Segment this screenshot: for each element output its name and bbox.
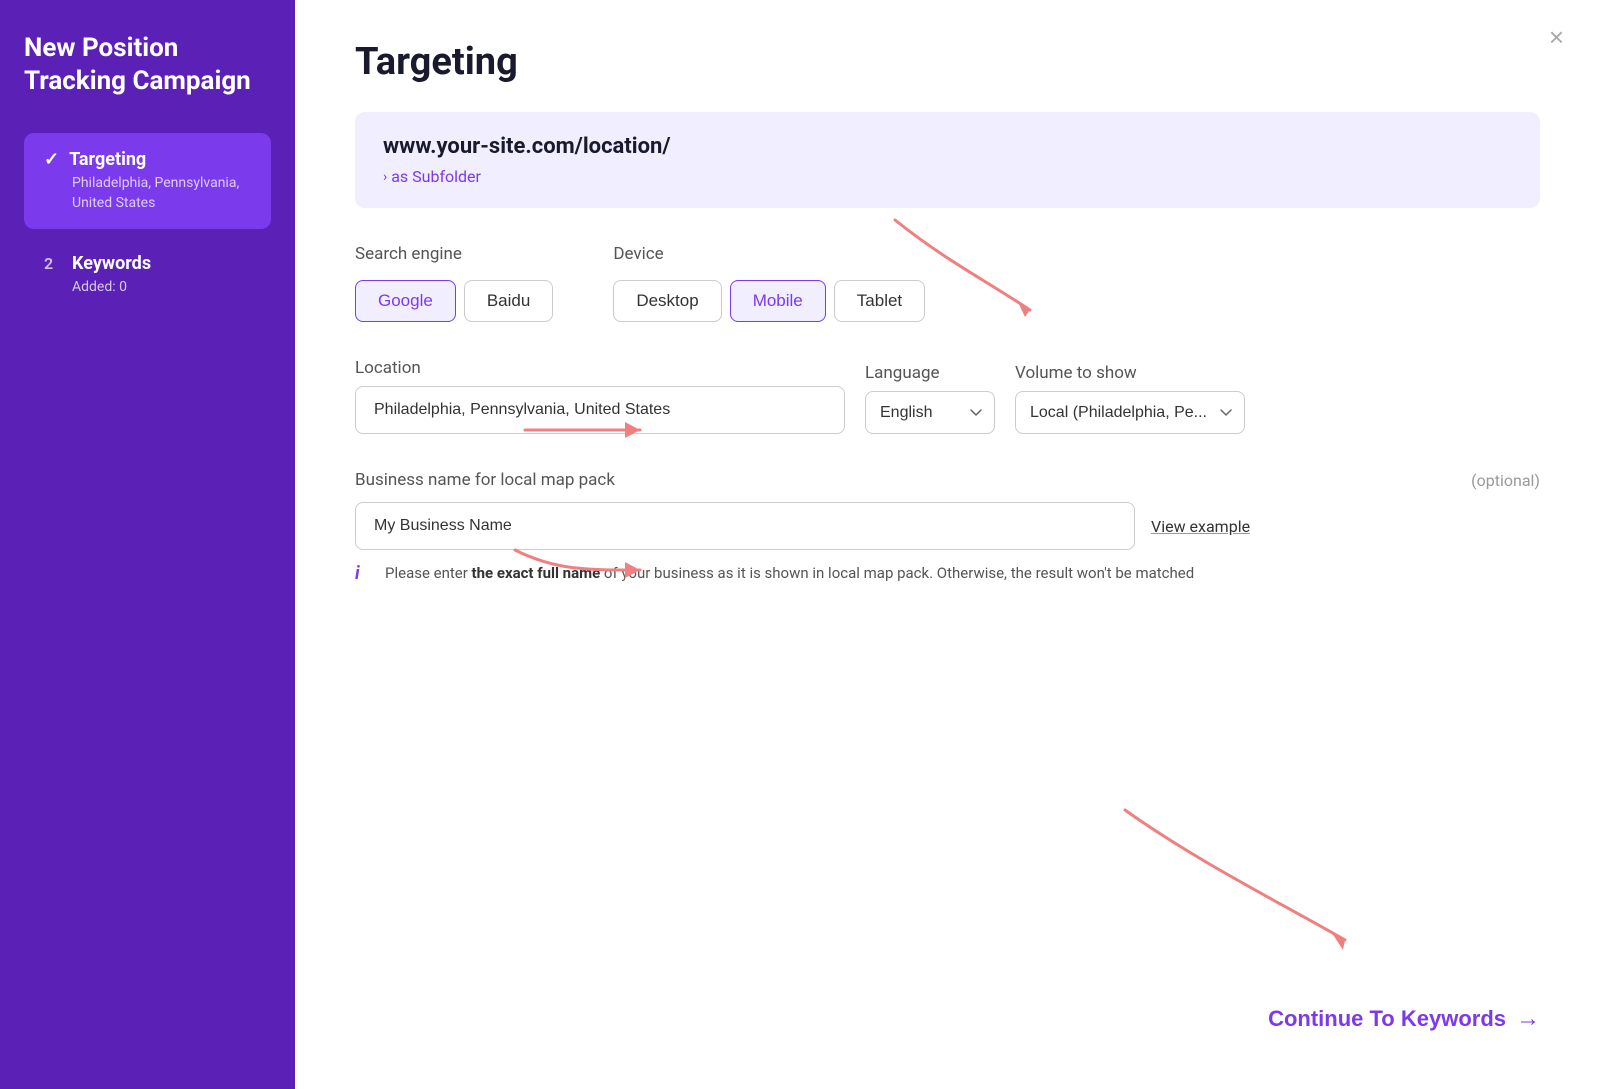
sidebar-targeting-label: Targeting <box>69 149 146 170</box>
sidebar-targeting-sub: Philadelphia, Pennsylvania, United State… <box>44 174 251 213</box>
location-group: Location <box>355 358 845 434</box>
sidebar-keywords-sub: Added: 0 <box>44 278 251 298</box>
continue-button[interactable]: Continue To Keywords → <box>1268 1005 1540 1033</box>
location-input[interactable] <box>355 386 845 434</box>
sidebar-item-keywords[interactable]: 2 Keywords Added: 0 <box>24 237 271 314</box>
language-label: Language <box>865 363 995 383</box>
engine-device-row: Search engine Google Baidu Device Deskto… <box>355 244 1540 322</box>
tablet-button[interactable]: Tablet <box>834 280 925 322</box>
device-group: Device Desktop Mobile Tablet <box>613 244 925 322</box>
page-title: Targeting <box>355 40 1540 84</box>
device-label: Device <box>613 244 925 264</box>
sidebar-keywords-label: Keywords <box>72 253 151 274</box>
business-name-input[interactable] <box>355 502 1135 550</box>
info-icon: i <box>355 563 375 584</box>
continue-arrow-icon: → <box>1516 1005 1540 1033</box>
desktop-button[interactable]: Desktop <box>613 280 721 322</box>
business-label: Business name for local map pack <box>355 470 615 490</box>
chevron-right-icon: › <box>383 169 387 185</box>
sidebar: New Position Tracking Campaign ✓ Targeti… <box>0 0 295 1089</box>
url-box: www.your-site.com/location/ › as Subfold… <box>355 112 1540 208</box>
search-engine-label: Search engine <box>355 244 553 264</box>
info-text: Please enter the exact full name of your… <box>385 562 1194 585</box>
business-input-row: View example <box>355 502 1540 550</box>
check-icon: ✓ <box>44 149 59 170</box>
language-group: Language English Spanish French <box>865 363 995 434</box>
sidebar-title: New Position Tracking Campaign <box>24 32 271 97</box>
mobile-button[interactable]: Mobile <box>730 280 826 322</box>
keywords-number: 2 <box>44 254 62 273</box>
baidu-button[interactable]: Baidu <box>464 280 553 322</box>
url-value: www.your-site.com/location/ <box>383 134 1512 159</box>
close-button[interactable]: × <box>1549 24 1564 50</box>
location-language-row: Location Language English Spanish French… <box>355 358 1540 434</box>
google-button[interactable]: Google <box>355 280 456 322</box>
volume-select[interactable]: Local (Philadelphia, Pe... National Glob… <box>1015 391 1245 434</box>
search-engine-buttons: Google Baidu <box>355 280 553 322</box>
location-label: Location <box>355 358 845 378</box>
business-section: Business name for local map pack (option… <box>355 470 1540 585</box>
sidebar-item-targeting[interactable]: ✓ Targeting Philadelphia, Pennsylvania, … <box>24 133 271 229</box>
subfolder-link[interactable]: › as Subfolder <box>383 167 1512 186</box>
info-box: i Please enter the exact full name of yo… <box>355 562 1540 585</box>
subfolder-label: as Subfolder <box>391 167 481 186</box>
view-example-link[interactable]: View example <box>1151 517 1250 536</box>
main-panel: × Targeting www.your-site.com/location/ … <box>295 0 1600 1089</box>
volume-group: Volume to show Local (Philadelphia, Pe..… <box>1015 363 1245 434</box>
device-buttons: Desktop Mobile Tablet <box>613 280 925 322</box>
continue-label: Continue To Keywords <box>1268 1006 1506 1032</box>
search-engine-group: Search engine Google Baidu <box>355 244 553 322</box>
language-select[interactable]: English Spanish French <box>865 391 995 434</box>
volume-label: Volume to show <box>1015 363 1245 383</box>
optional-label: (optional) <box>1471 471 1540 490</box>
business-header: Business name for local map pack (option… <box>355 470 1540 490</box>
